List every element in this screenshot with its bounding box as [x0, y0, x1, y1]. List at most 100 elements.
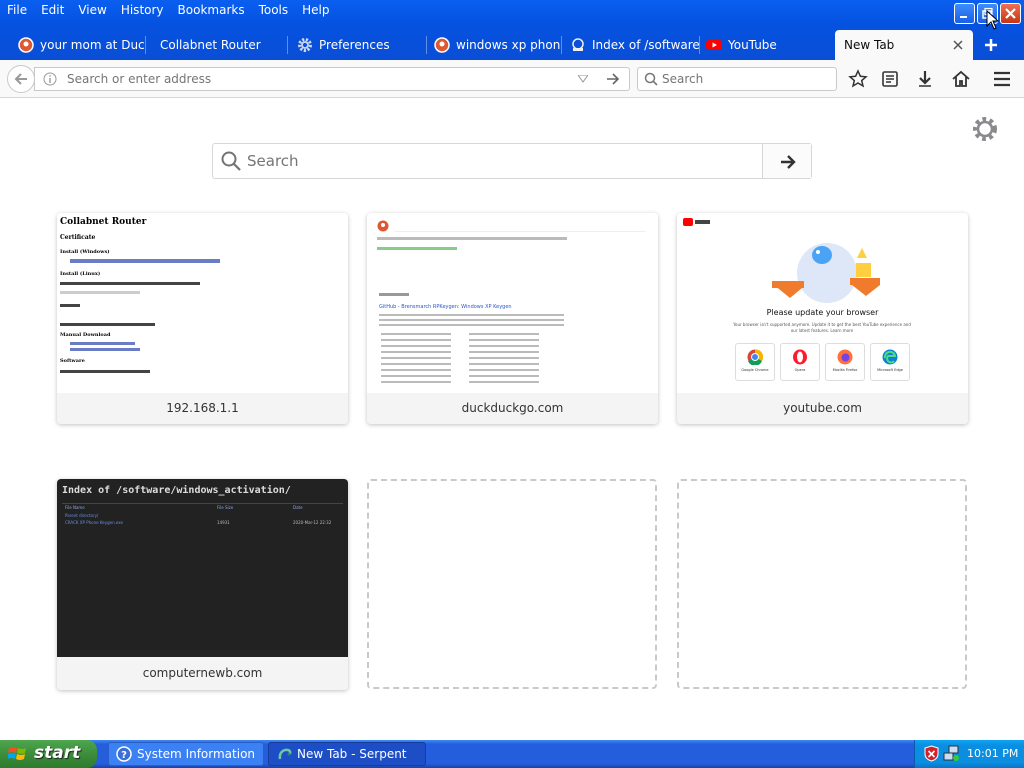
right-arrow-icon: [781, 155, 796, 169]
youtube-logo-icon: [683, 218, 710, 226]
back-button[interactable]: [7, 65, 35, 93]
firefox-icon: [837, 349, 853, 365]
new-tab-search-input[interactable]: [247, 150, 747, 172]
menu-view[interactable]: View: [71, 0, 113, 22]
top-site-label: youtube.com: [677, 393, 968, 424]
duckduckgo-icon: [18, 37, 34, 53]
start-label: start: [34, 743, 81, 763]
tab-new-tab[interactable]: New Tab: [835, 30, 973, 60]
browser-name: Mozilla Firefox: [832, 368, 858, 372]
minimize-icon: [960, 16, 967, 18]
browser-chrome-card[interactable]: Google Chrome: [735, 343, 775, 381]
browser-opera-card[interactable]: Opera: [780, 343, 820, 381]
tab-label: Index of /software: [592, 38, 700, 52]
tab-preferences[interactable]: Preferences: [297, 30, 427, 60]
folder-globe-icon: [572, 38, 584, 51]
tab-duckduckgo[interactable]: your mom at DuckD: [18, 30, 146, 60]
network-icon[interactable]: [943, 745, 960, 762]
browser-list: Google Chrome Opera Mozilla Firefox Micr…: [735, 343, 910, 383]
empty-top-site-slot[interactable]: [367, 479, 657, 689]
opera-icon: [793, 349, 807, 365]
close-tab-icon[interactable]: [953, 40, 963, 50]
menu-bookmarks[interactable]: Bookmarks: [171, 0, 252, 22]
mouse-cursor-icon: [986, 10, 1000, 30]
clock: 10:01 PM: [967, 747, 1019, 760]
search-icon: [644, 72, 658, 86]
duckduckgo-icon: [434, 37, 450, 53]
start-button[interactable]: start: [0, 740, 97, 768]
site-thumbnail: GitHub - Brensmarch RPKeygen: Windows XP…: [367, 213, 658, 393]
serpent-browser-icon: [278, 748, 292, 760]
security-shield-icon[interactable]: [924, 745, 939, 762]
menu-help[interactable]: Help: [295, 0, 336, 22]
browser-firefox-card[interactable]: Mozilla Firefox: [825, 343, 865, 381]
close-button[interactable]: [1000, 3, 1021, 24]
tab-windows-xp-phone[interactable]: windows xp phone: [434, 30, 562, 60]
top-site-label: duckduckgo.com: [367, 393, 658, 424]
empty-top-site-slot[interactable]: [677, 479, 967, 689]
search-submit-button[interactable]: [762, 144, 811, 178]
minimize-button[interactable]: [954, 3, 975, 24]
chrome-icon: [747, 349, 763, 365]
thumb-title: Collabnet Router: [60, 217, 147, 227]
address-bar[interactable]: [34, 67, 630, 91]
col-header-name: File Name: [65, 505, 85, 510]
windows-logo-icon: [8, 747, 26, 760]
tab-label: YouTube: [728, 38, 777, 52]
thumb-heading: Install (Linux): [60, 271, 101, 277]
site-thumbnail: Collabnet Router Certificate Install (Wi…: [57, 213, 348, 393]
url-input[interactable]: [67, 71, 567, 87]
site-thumbnail: Index of /software/windows_activation/ F…: [57, 479, 348, 657]
go-arrow-icon[interactable]: [606, 72, 620, 86]
new-tab-search[interactable]: [212, 143, 812, 179]
menu-bar: File Edit View History Bookmarks Tools H…: [0, 0, 337, 22]
top-site-tile[interactable]: Collabnet Router Certificate Install (Wi…: [57, 213, 348, 424]
taskbar-button-new-tab-serpent[interactable]: New Tab - Serpent: [268, 742, 426, 766]
youtube-icon: [706, 40, 722, 50]
menu-tools[interactable]: Tools: [252, 0, 296, 22]
task-label: System Information: [137, 747, 256, 761]
menu-file[interactable]: File: [0, 0, 34, 22]
gear-icon: [298, 38, 312, 52]
menu-history[interactable]: History: [114, 0, 171, 22]
col-header-date: Date: [293, 505, 303, 510]
taskbar-button-system-information[interactable]: ? System Information: [108, 742, 264, 766]
thumb-message: Your browser isn't supported anymore. Up…: [733, 322, 911, 333]
help-icon: ?: [116, 746, 132, 762]
back-arrow-icon: [14, 73, 27, 85]
file-size: 14931: [217, 520, 230, 525]
settings-gear-icon[interactable]: [970, 114, 1000, 144]
info-icon: [43, 72, 57, 86]
reading-list-icon[interactable]: [880, 69, 900, 89]
tab-collabnet[interactable]: Collabnet Router: [160, 30, 288, 60]
top-site-tile[interactable]: GitHub - Brensmarch RPKeygen: Windows XP…: [367, 213, 658, 424]
tab-youtube[interactable]: YouTube: [706, 30, 834, 60]
browser-name: Opera: [794, 368, 806, 372]
download-icon[interactable]: [915, 69, 935, 89]
dropdown-arrow-icon[interactable]: [578, 75, 588, 83]
update-browser-illustration: [772, 243, 880, 303]
top-site-tile[interactable]: Please update your browser Your browser …: [677, 213, 968, 424]
duckduckgo-logo-icon: [377, 220, 389, 232]
top-site-tile[interactable]: Index of /software/windows_activation/ F…: [57, 479, 348, 690]
menu-edit[interactable]: Edit: [34, 0, 71, 22]
new-tab-button[interactable]: [976, 30, 1006, 60]
browser-name: Google Chrome: [741, 368, 769, 372]
close-icon: [1005, 8, 1016, 19]
tab-label: New Tab: [844, 38, 895, 52]
search-input[interactable]: [662, 71, 832, 87]
browser-edge-card[interactable]: Microsoft Edge: [870, 343, 910, 381]
taskbar: start ? System Information New Tab - Ser…: [0, 740, 1024, 768]
system-tray: 10:01 PM: [914, 740, 1024, 768]
hamburger-menu-icon[interactable]: [992, 69, 1012, 89]
file-date: 2020-Mar-12 22:32: [293, 520, 332, 525]
title-bar: File Edit View History Bookmarks Tools H…: [0, 0, 1024, 60]
bookmark-star-icon[interactable]: [848, 69, 868, 89]
edge-icon: [882, 349, 898, 365]
home-icon[interactable]: [951, 69, 971, 89]
search-bar[interactable]: [637, 67, 837, 91]
tab-strip: your mom at DuckD Collabnet Router Prefe…: [0, 30, 1024, 60]
tab-index-software[interactable]: Index of /software: [570, 30, 700, 60]
tab-label: windows xp phone: [456, 38, 562, 52]
search-icon: [221, 151, 241, 171]
